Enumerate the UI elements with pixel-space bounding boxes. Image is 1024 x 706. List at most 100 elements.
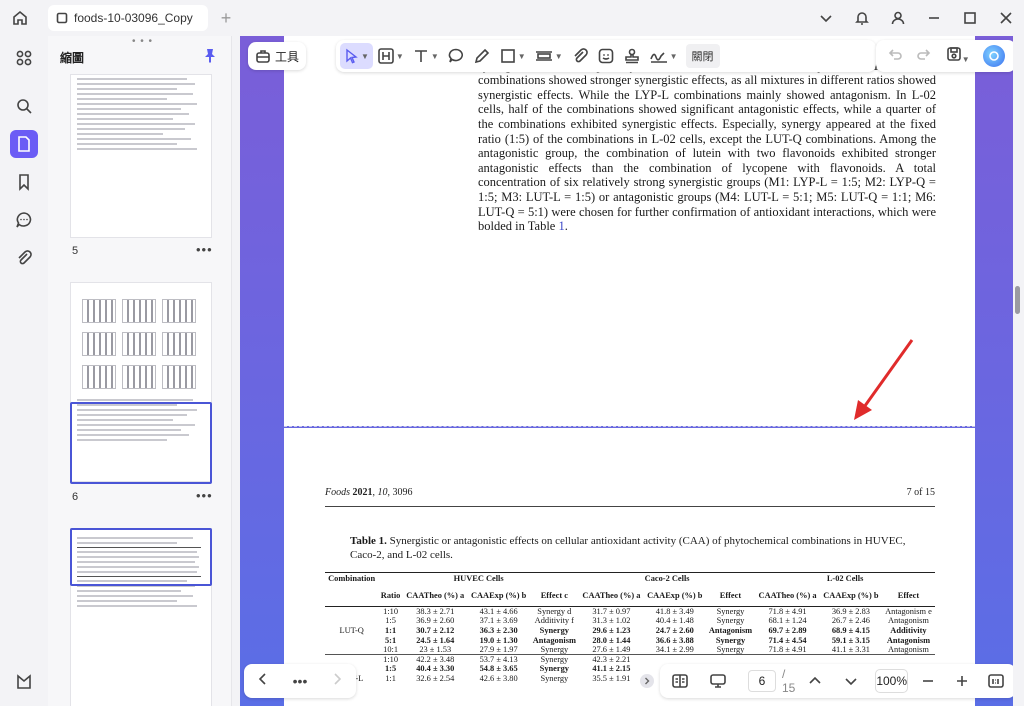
close-toolbar-label: 關閉 [685,44,720,68]
page-number-input[interactable]: 6 [748,667,776,695]
table-cell: 36.9 ± 2.83 [831,607,870,617]
pen-tool[interactable] [469,43,495,69]
minimize-button[interactable] [916,0,952,36]
scrollbar-thumb[interactable] [1015,286,1020,314]
tab-list-button[interactable] [808,0,844,36]
page-down-button[interactable] [837,667,865,695]
vertical-scrollbar[interactable] [1013,36,1024,706]
table-header: Caco-2 Cells [579,572,756,585]
attachments-button[interactable] [10,244,38,272]
shape-tool[interactable]: ▼ [495,43,530,69]
document-tab[interactable]: foods-10-03096_Copy [48,5,208,31]
more-nav-button[interactable]: ••• [293,673,308,689]
search-button[interactable] [10,92,38,120]
zoom-out-button[interactable] [914,667,942,695]
journal-name: Foods [325,487,350,498]
close-window-button[interactable] [988,0,1024,36]
table-cell: Synergy [540,673,569,683]
notifications-button[interactable] [844,0,880,36]
thumbnails-button[interactable] [10,130,38,158]
table-cell: 69.7 ± 2.89 [768,625,807,635]
chart-thumb [122,299,156,323]
new-tab-button[interactable]: + [216,8,236,28]
table-cell [705,653,756,665]
table-cell: 41.1 ± 3.31 [831,644,870,654]
table-header: L-02 Cells [755,572,935,585]
current-page-value[interactable]: 6 [748,670,776,692]
next-nav-button[interactable] [330,672,344,691]
table-cell: 36.6 ± 3.88 [655,635,694,645]
previous-nav-button[interactable] [256,672,270,691]
presentation-button[interactable] [704,667,732,695]
total-pages: / 15 [782,667,796,695]
user-icon [891,11,905,25]
attach-tool[interactable] [567,43,593,69]
maximize-button[interactable] [952,0,988,36]
chevron-right-icon [645,677,650,685]
table-header: CAAExp (%) b [643,584,706,607]
table-cell: 23 ± 1.53 [419,644,452,654]
presentation-icon [710,674,726,688]
table-cell: 27.9 ± 1.97 [479,644,518,654]
text-icon [414,50,427,62]
close-toolbar-button[interactable]: 關閉 [682,43,724,69]
table-header: Effect [881,584,935,607]
account-button[interactable] [880,0,916,36]
thumbnail-page-number: 5 [72,245,79,257]
sticker-tool[interactable] [593,43,619,69]
zoom-level-field[interactable]: 100% [875,667,909,695]
signature-tool[interactable]: ▼ [645,43,682,69]
stamp-tool[interactable] [619,43,645,69]
page-thumbnail[interactable] [70,74,212,238]
tools-button[interactable]: 工具 [248,42,306,70]
save-button[interactable]: ▼ [946,46,970,67]
reading-mode-button[interactable] [666,667,694,695]
app-logo-button[interactable] [10,668,38,696]
zoom-in-button[interactable] [948,667,976,695]
table-cell: 42.6 ± 3.80 [479,673,518,683]
panel-drag-handle[interactable]: • • • [132,36,153,47]
text-tool[interactable]: ▼ [408,43,443,69]
table-cell: 19.0 ± 1.30 [479,635,518,645]
table-cell: 28.0 ± 1.44 [592,635,631,645]
select-tool[interactable]: ▼ [340,43,373,69]
table-cell: 40.4 ± 1.48 [655,616,694,626]
page-separator [284,426,975,427]
collapse-bar-button[interactable] [640,674,654,688]
highlight-tool[interactable]: ▼ [373,43,408,69]
chart-thumb [162,332,196,356]
view-control-bar: 6 / 15 100% [660,664,1016,698]
table-caption: Table 1. Synergistic or antagonistic eff… [350,534,920,562]
thumbnail-more-button[interactable]: ••• [196,242,213,257]
table-cell: Antagonism e [885,607,932,617]
arrow-annotation[interactable] [850,336,920,422]
grid-icon [16,50,32,66]
page-up-button[interactable] [801,667,829,695]
table-cell: 42.2 ± 3.48 [402,653,468,665]
pin-icon[interactable] [202,47,218,63]
left-rail [0,36,48,706]
visible-area-indicator[interactable] [70,402,212,484]
table-header: CAATheo (%) a [402,584,468,607]
table-cell: 59.1 ± 3.15 [831,635,870,645]
table-cell: 24.7 ± 2.60 [655,625,694,635]
table-cell: 34.1 ± 2.99 [655,644,694,654]
visible-area-indicator[interactable] [70,528,212,586]
table-cell: Antagonism [887,644,929,654]
ai-assistant-button[interactable] [983,45,1006,67]
home-button[interactable] [0,0,40,36]
comment-icon [16,212,32,228]
actual-size-button[interactable] [982,667,1010,695]
redo-icon [917,48,931,60]
comments-button[interactable] [10,206,38,234]
table-cell: Synergy [539,625,569,635]
redo-button[interactable] [916,46,932,67]
bookmarks-button[interactable] [10,168,38,196]
undo-button[interactable] [887,46,903,67]
apps-button[interactable] [10,44,38,72]
note-tool[interactable] [443,43,469,69]
table-cell: 30.7 ± 2.12 [416,625,455,635]
zoom-value[interactable]: 100% [875,669,909,693]
measure-tool[interactable]: ▼ [530,43,567,69]
thumbnail-more-button[interactable]: ••• [196,488,213,503]
